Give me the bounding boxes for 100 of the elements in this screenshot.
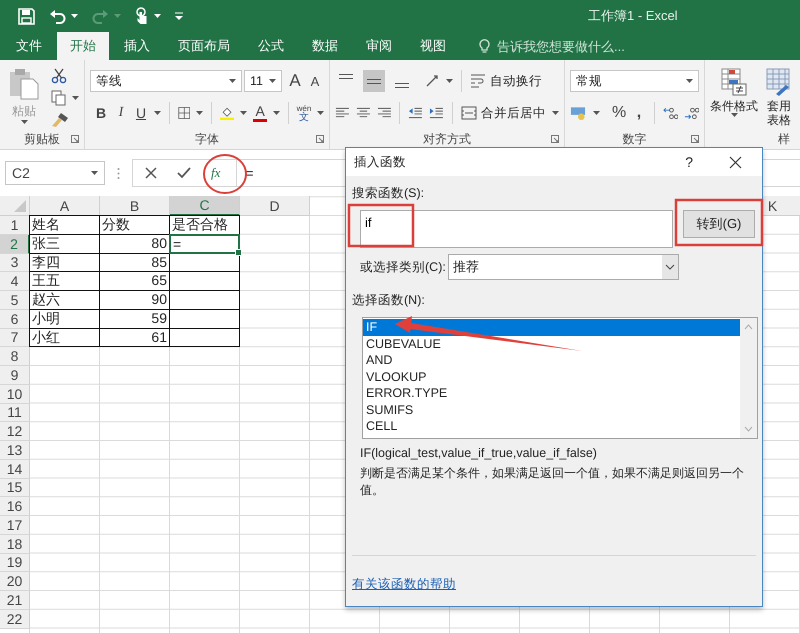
merge-center-button[interactable]: 合并后居中 [460, 104, 546, 122]
help-link[interactable]: 有关该函数的帮助 [352, 576, 456, 593]
number-format-box[interactable]: 常规 [570, 70, 699, 92]
ribbon-tab[interactable]: 页面布局 [165, 32, 243, 60]
font-size-box[interactable]: 11 [244, 70, 282, 92]
decrease-decimal-icon[interactable] [684, 106, 699, 120]
borders-icon[interactable] [178, 105, 190, 121]
wrap-text-button[interactable]: 自动换行 [470, 72, 542, 90]
search-field[interactable]: if [360, 210, 673, 248]
top-align-icon [339, 74, 353, 79]
undo-icon[interactable] [49, 8, 66, 24]
align-icon[interactable] [376, 106, 392, 120]
row-header[interactable]: 12 [0, 422, 30, 441]
ribbon-tab[interactable]: 开始 [57, 32, 109, 60]
customize-icon[interactable] [175, 12, 183, 20]
comma-button[interactable]: , [632, 104, 646, 122]
phonetic-button[interactable]: wén 文 [297, 104, 311, 122]
category-dropdown[interactable]: 推荐 [448, 254, 679, 280]
insert-function-button[interactable]: fx [211, 165, 220, 181]
row-header[interactable]: 18 [0, 534, 30, 554]
table-cell: 分数 [99, 215, 170, 235]
row-header[interactable]: 10 [0, 384, 30, 404]
dialog-launcher-icon[interactable] [316, 135, 324, 144]
vertical-align-button[interactable] [363, 70, 385, 92]
cancel-icon[interactable] [145, 167, 157, 179]
shrink-font-button[interactable]: A [308, 74, 322, 88]
dialog-launcher-icon[interactable] [71, 135, 79, 144]
row-header[interactable]: 7 [0, 328, 30, 348]
conditional-format-button[interactable]: 条件格式 [710, 68, 758, 130]
table-cell: = [169, 234, 240, 254]
row-header[interactable]: 8 [0, 347, 30, 366]
tell-me-field[interactable]: 告诉我您想要做什么... [479, 32, 649, 60]
function-item[interactable]: IF [363, 319, 740, 336]
row-header[interactable]: 21 [0, 591, 30, 610]
caret-icon [446, 79, 453, 83]
row-header[interactable]: 15 [0, 478, 30, 498]
dialog-launcher-icon[interactable] [691, 135, 699, 144]
format-painter-icon[interactable] [51, 112, 69, 128]
column-header[interactable]: A [30, 196, 100, 216]
row-header[interactable]: 11 [0, 404, 30, 422]
align-icon[interactable] [356, 106, 371, 120]
go-button[interactable]: 转到(G) [683, 210, 755, 238]
function-item[interactable]: SUMIFS [363, 402, 740, 418]
function-item[interactable]: AND [363, 352, 740, 368]
table-cell: 是否合格 [169, 215, 240, 235]
row-header[interactable]: 3 [0, 254, 30, 272]
help-button[interactable]: ? [685, 154, 693, 170]
function-signature: IF(logical_test,value_if_true,value_if_false) [360, 446, 598, 460]
row-header[interactable]: 16 [0, 497, 30, 516]
row-header[interactable]: 6 [0, 310, 30, 328]
column-header[interactable]: B [100, 196, 170, 216]
row-header[interactable]: 9 [0, 366, 30, 385]
font-style-button[interactable]: B [94, 105, 108, 121]
annotation-box [348, 204, 414, 248]
wrap-text-icon [470, 74, 486, 88]
percent-button[interactable]: % [612, 104, 626, 122]
column-header[interactable]: D [240, 196, 310, 216]
table-format-button[interactable]: 套用 表格 [766, 68, 792, 130]
align-icon[interactable] [335, 106, 350, 120]
dialog-launcher-icon[interactable] [551, 135, 559, 144]
function-item[interactable]: ERROR.TYPE [363, 385, 740, 402]
row-header[interactable]: 17 [0, 516, 30, 535]
field-label: 搜索函数(S): [352, 185, 426, 202]
row-header[interactable]: 20 [0, 572, 30, 591]
corner-triangle-icon [14, 200, 26, 212]
font-style-button[interactable]: U [134, 105, 148, 121]
function-item[interactable]: CUBEVALUE [363, 336, 740, 352]
row-header[interactable]: 22 [0, 610, 30, 628]
group-label: 剪贴板 [24, 130, 60, 148]
ribbon-tab[interactable]: 视图 [407, 32, 459, 60]
increase-indent-icon[interactable] [429, 106, 444, 120]
column-header[interactable]: C [170, 196, 240, 216]
decrease-indent-icon[interactable] [408, 106, 424, 120]
caret-icon [20, 120, 28, 124]
row-header[interactable]: 2 [0, 234, 30, 254]
row-header[interactable]: 1 [0, 216, 30, 235]
grow-font-button[interactable]: A [288, 71, 302, 91]
save-icon[interactable] [18, 8, 35, 24]
ribbon-tab[interactable]: 文件 [3, 32, 55, 60]
scissors-icon[interactable] [51, 68, 67, 84]
increase-decimal-icon[interactable] [662, 106, 678, 120]
name-box[interactable]: C2 [5, 161, 105, 185]
ribbon-tab[interactable]: 审阅 [353, 32, 405, 60]
font-color-button[interactable]: A [253, 104, 268, 122]
font-name-box[interactable]: 等线 [90, 70, 242, 92]
check-icon[interactable] [177, 167, 191, 179]
row-header[interactable]: 13 [0, 441, 30, 460]
ribbon-tab[interactable]: 数据 [299, 32, 351, 60]
row-header[interactable]: 19 [0, 554, 30, 572]
row-header[interactable]: 14 [0, 460, 30, 478]
function-item[interactable]: VLOOKUP [363, 368, 740, 385]
function-item[interactable]: CELL [363, 418, 740, 434]
row-header[interactable]: 4 [0, 272, 30, 291]
ribbon-tab[interactable]: 公式 [245, 32, 297, 60]
hand-icon[interactable] [135, 7, 149, 25]
copy-icon[interactable] [51, 90, 67, 106]
font-style-button[interactable]: I [114, 105, 128, 121]
ribbon-tab[interactable]: 插入 [111, 32, 163, 60]
row-header[interactable]: 5 [0, 291, 30, 310]
close-icon[interactable] [729, 156, 742, 168]
